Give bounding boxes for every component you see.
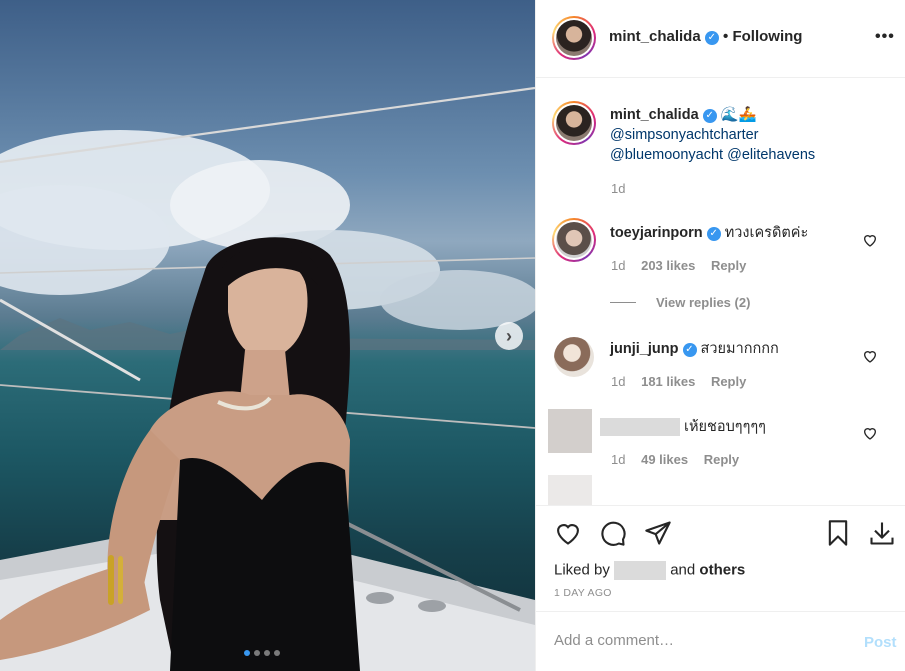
verified-badge-icon: ✓ [702,109,717,123]
redacted-username [600,418,680,437]
comments-list[interactable]: mint_chalida ✓ 🌊🚣 @simpsonyachtcharter @… [536,79,905,505]
liked-by-prefix: Liked by [554,561,610,579]
view-replies-label: View replies (2) [656,295,751,310]
share-paper-plane-icon[interactable] [644,519,672,547]
save-bookmark-icon[interactable] [824,519,852,547]
more-options-icon[interactable]: ••• [875,28,895,46]
redacted-liker [614,561,667,580]
post-actions: Liked by and others 1 DAY AGO Post [536,505,905,670]
following-button[interactable]: • Following [723,28,802,45]
carousel-dot [274,650,280,656]
carousel-dot [244,650,250,656]
comment-meta: 1d 49 likes Reply [611,452,751,467]
mention-elitehavens[interactable]: @elitehavens [727,147,815,163]
reply-button[interactable]: Reply [704,452,739,467]
liked-by-others[interactable]: others [699,561,745,578]
author-avatar[interactable] [552,16,596,60]
comment-bubble-icon[interactable] [599,519,627,547]
photo-scene [0,86,535,671]
comment-body: junji_junp ✓ สวยมากกกก [610,339,779,359]
mention-bluemoonyacht[interactable]: @bluemoonyacht [610,147,723,163]
comment-body: เห้ยชอบๆๆๆๆ [600,417,766,437]
carousel-dot [254,650,260,656]
like-comment-heart-icon[interactable] [862,232,878,248]
comment-text: เห้ยชอบๆๆๆๆ [684,419,766,435]
verified-badge-icon: ✓ [704,31,719,45]
reply-button[interactable]: Reply [711,258,746,273]
post-header: mint_chalida ✓ • Following ••• [536,0,905,78]
comment-author[interactable]: toeyjarinporn [610,225,703,241]
comment-likes[interactable]: 49 likes [641,452,688,467]
reply-button[interactable]: Reply [711,374,746,389]
comment-author[interactable]: junji_junp [610,341,678,357]
add-comment-input[interactable] [554,632,834,649]
next-photo-button[interactable]: › [495,322,523,350]
like-heart-icon[interactable] [554,519,582,547]
view-replies-button[interactable]: View replies (2) [610,295,750,310]
carousel-dots [244,650,280,656]
comment-likes[interactable]: 203 likes [641,258,695,273]
commenter-avatar[interactable] [552,218,596,262]
liked-by: Liked by and others [554,561,745,580]
comment-meta: 1d 203 likes Reply [611,258,758,273]
comment-meta: 1d 181 likes Reply [611,374,758,389]
comment-body: toeyjarinporn ✓ ทวงเครดิตค่ะ [610,223,808,243]
caption-avatar[interactable] [552,101,596,145]
caption-line-1: mint_chalida ✓ 🌊🚣 [610,105,757,125]
redacted-avatar [548,409,592,453]
comment-age: 1d [611,374,626,389]
comment-age: 1d [611,258,626,273]
commenter-avatar[interactable] [554,337,594,377]
download-icon[interactable] [868,519,896,547]
comment-text: สวยมากกกก [700,341,779,357]
mention-simpsonyachtcharter[interactable]: @simpsonyachtcharter [610,125,759,145]
like-comment-heart-icon[interactable] [862,348,878,364]
redacted-avatar [548,475,592,505]
post-timestamp[interactable]: 1 DAY AGO [554,587,612,599]
post-photo[interactable]: › [0,0,535,671]
carousel-dot [264,650,270,656]
liked-by-and: and [670,561,696,579]
like-comment-heart-icon[interactable] [862,425,878,441]
caption-age: 1d [611,181,626,196]
caption-line-3: @bluemoonyacht @elitehavens [610,145,815,165]
post-comment-button[interactable]: Post [864,634,897,651]
author-username[interactable]: mint_chalida [609,28,701,45]
comment-text: ทวงเครดิตค่ะ [724,225,809,241]
view-replies-line [610,302,636,303]
verified-badge-icon: ✓ [682,343,697,357]
post-sidebar: mint_chalida ✓ • Following ••• mint_chal… [535,0,905,671]
author-name-row: mint_chalida ✓ • Following [609,28,802,45]
comment-likes[interactable]: 181 likes [641,374,695,389]
caption-author[interactable]: mint_chalida [610,107,699,123]
verified-badge-icon: ✓ [706,227,721,241]
add-comment-bar: Post [536,611,905,671]
caption-emoji: 🌊🚣 [720,107,757,123]
comment-age: 1d [611,452,626,467]
